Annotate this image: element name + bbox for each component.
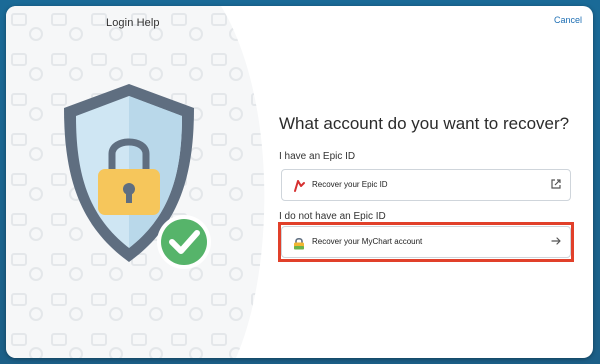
external-link-icon <box>551 179 561 189</box>
section-label-no-epic-id: I do not have an Epic ID <box>279 211 386 222</box>
recover-epic-id-button[interactable]: Recover your Epic ID <box>281 169 571 201</box>
window-frame: Login Help Cancel What account do you wa… <box>0 0 600 364</box>
dialog-title: Login Help <box>106 17 160 29</box>
recover-epic-id-label: Recover your Epic ID <box>312 180 388 189</box>
section-label-epic-id: I have an Epic ID <box>279 151 356 162</box>
cancel-button[interactable]: Cancel <box>554 15 582 25</box>
recover-mychart-account-button[interactable]: Recover your MyChart account <box>281 226 571 258</box>
recover-mychart-label: Recover your MyChart account <box>312 237 423 246</box>
page-heading: What account do you want to recover? <box>279 114 570 133</box>
epic-logo-icon <box>294 180 305 192</box>
decorative-panel <box>6 6 306 358</box>
arrow-right-icon <box>551 237 561 245</box>
mychart-lock-icon <box>294 237 304 250</box>
security-shield-lock-check-icon <box>64 84 211 269</box>
login-help-dialog: Login Help Cancel What account do you wa… <box>6 6 593 358</box>
